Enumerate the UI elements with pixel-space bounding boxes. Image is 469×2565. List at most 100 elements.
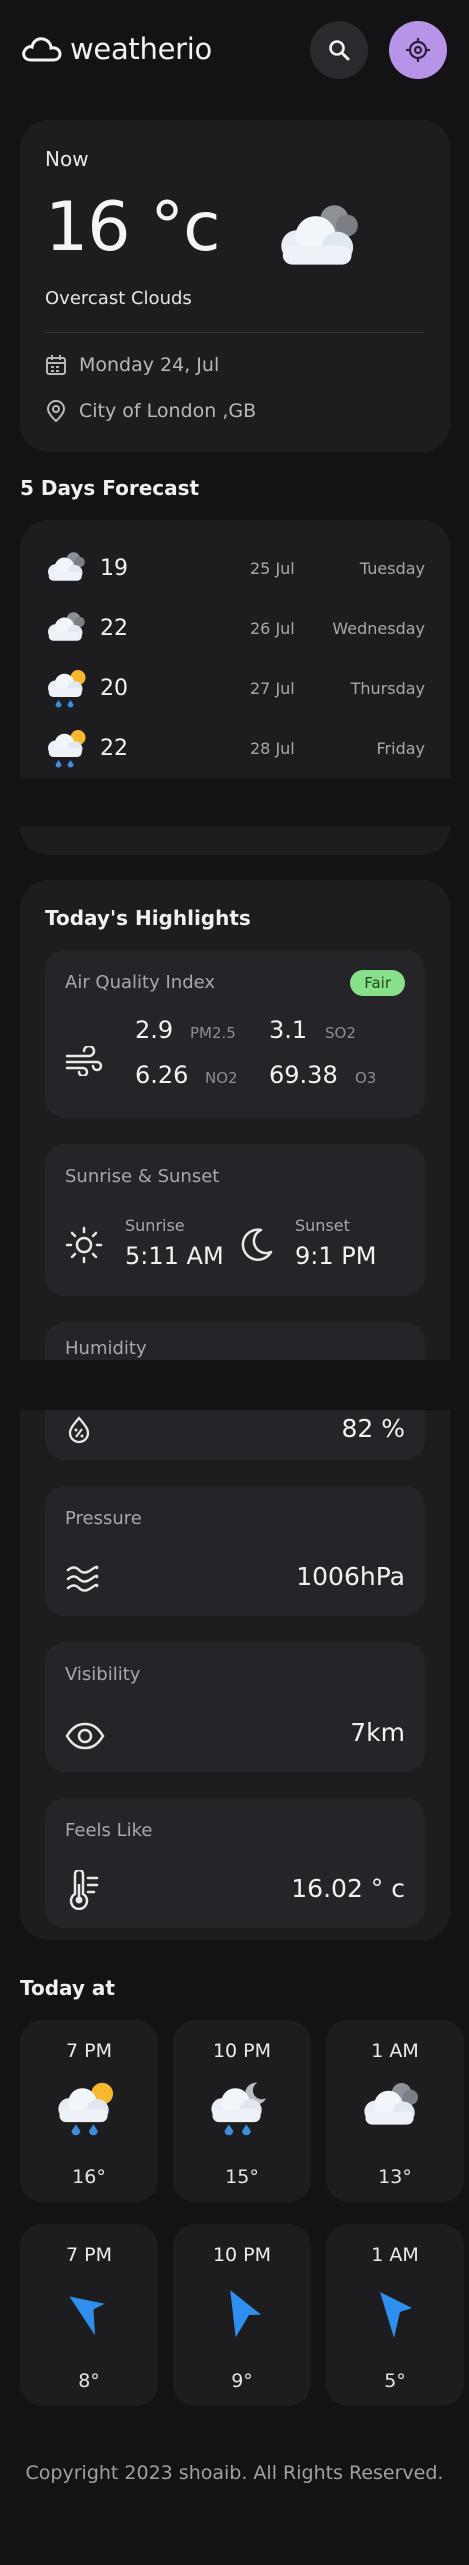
pressure-label: Pressure	[65, 1508, 142, 1529]
forecast-title: 5 Days Forecast	[20, 476, 200, 500]
wind-direction-icon	[230, 2290, 262, 2338]
hourly-wind-card: 10 PM 9°	[173, 2224, 311, 2406]
hourly-wind-card: 1 AM 5°	[326, 2224, 464, 2406]
sun-card: Sunrise & Sunset Sunrise 5:11 AM Sunset …	[45, 1144, 425, 1296]
forecast-row: 22 28 Jul Friday	[45, 728, 425, 768]
moon-icon	[241, 1228, 273, 1261]
hour-temp: 15°	[225, 2166, 259, 2188]
cloud-icon	[48, 612, 85, 641]
cloud-icon	[48, 552, 85, 581]
highlights-card: Today's Highlights Air Quality Index Fai…	[20, 880, 450, 1382]
current-location: City of London ,GB	[79, 400, 257, 422]
feels-like-card: Feels Like 16.02 ° c	[45, 1798, 425, 1928]
hour-time: 1 AM	[371, 2040, 419, 2062]
hourly-weather-card: 7 PM 16°	[20, 2020, 158, 2202]
highlights-card-lower: 82 % Pressure 1006hPa Visibility 7km Fee…	[20, 1410, 450, 1940]
visibility-card: Visibility 7km	[45, 1642, 425, 1772]
wind-direction-icon	[380, 2292, 412, 2338]
forecast-day: Thursday	[350, 678, 425, 698]
sun-rain-icon	[58, 2082, 114, 2136]
logo[interactable]: weatherio	[20, 32, 212, 66]
forecast-day: Wednesday	[332, 618, 425, 638]
forecast-temp: 20	[100, 675, 128, 701]
now-label: Now	[45, 147, 89, 171]
aqi-o3-value: 69.38	[269, 1061, 338, 1089]
forecast-row: 20 27 Jul Thursday	[45, 668, 425, 708]
crosshair-icon	[406, 38, 430, 62]
forecast-date: 25 Jul	[250, 558, 295, 578]
scroll-gap	[0, 1360, 469, 1410]
wind-direction-icon	[69, 2296, 105, 2336]
aqi-pm25-value: 2.9	[135, 1016, 174, 1044]
humidity-label: Humidity	[65, 1338, 147, 1359]
thermometer-icon	[69, 1870, 99, 1910]
pressure-value: 1006hPa	[296, 1562, 405, 1591]
eye-icon	[65, 1722, 105, 1750]
humidity-card: 82 %	[45, 1410, 425, 1460]
hour-temp: 16°	[72, 2166, 106, 2188]
feels-like-value: 16.02 ° c	[291, 1874, 405, 1903]
visibility-label: Visibility	[65, 1664, 141, 1685]
current-weather-card: Now 16 °c Overcast Clouds Monday 24, Jul…	[20, 120, 450, 452]
hour-temp: 8°	[78, 2370, 100, 2392]
forecast-date: 28 Jul	[250, 738, 295, 758]
current-date-row: Monday 24, Jul	[45, 354, 219, 376]
sun-icon	[65, 1226, 103, 1264]
aqi-so2-value: 3.1	[269, 1016, 308, 1044]
aqi-o3-label: O3	[355, 1069, 377, 1087]
current-date: Monday 24, Jul	[79, 354, 220, 376]
aqi-pm25-label: PM2.5	[190, 1024, 236, 1042]
sun-rain-icon	[48, 730, 86, 768]
forecast-temp: 19	[100, 555, 128, 581]
pressure-card: Pressure 1006hPa	[45, 1486, 425, 1616]
hourly-wind-card: 7 PM 8°	[20, 2224, 158, 2406]
forecast-temp: 22	[100, 735, 128, 761]
forecast-date: 26 Jul	[250, 618, 295, 638]
sun-rain-icon	[48, 670, 86, 708]
hour-temp: 9°	[231, 2370, 253, 2392]
cloud-icon	[364, 2083, 418, 2125]
aqi-label: Air Quality Index	[65, 972, 216, 993]
aqi-so2-label: SO2	[325, 1024, 356, 1042]
highlights-title: Today's Highlights	[45, 906, 251, 930]
feels-like-label: Feels Like	[65, 1820, 153, 1841]
calendar-icon	[46, 355, 66, 375]
visibility-value: 7km	[350, 1718, 405, 1747]
search-button[interactable]	[310, 21, 368, 79]
today-title: Today at	[20, 1976, 115, 2000]
sunrise-label: Sunrise	[125, 1216, 185, 1235]
hourly-weather-card: 1 AM 13°	[326, 2020, 464, 2202]
aqi-no2-label: NO2	[205, 1069, 238, 1087]
wind-icon	[65, 1046, 103, 1076]
hour-time: 10 PM	[212, 2244, 272, 2266]
forecast-card: 19 25 Jul Tuesday 22 26 Jul Wednesday 20…	[20, 520, 450, 778]
sunset-time: 9:1 PM	[295, 1242, 377, 1270]
cloud-logo-icon	[22, 37, 62, 62]
sun-label: Sunrise & Sunset	[65, 1166, 220, 1187]
copyright-footer: Copyright 2023 shoaib. All Rights Reserv…	[25, 2462, 444, 2484]
humidity-icon	[68, 1416, 90, 1444]
current-location-row: City of London ,GB	[45, 399, 256, 423]
current-location-button[interactable]	[389, 21, 447, 79]
moon-rain-icon	[211, 2082, 267, 2136]
forecast-day: Friday	[376, 738, 426, 758]
hour-time: 7 PM	[66, 2244, 112, 2266]
search-icon	[329, 40, 350, 61]
current-condition: Overcast Clouds	[45, 288, 192, 309]
hour-time: 10 PM	[212, 2040, 272, 2062]
divider	[45, 332, 424, 333]
forecast-row: 22 26 Jul Wednesday	[45, 608, 425, 648]
overcast-cloud-icon	[281, 205, 358, 265]
forecast-card-bottom	[20, 826, 450, 855]
aqi-card: Air Quality Index Fair 2.9 PM2.5 3.1 SO2…	[45, 950, 425, 1118]
forecast-temp: 22	[100, 615, 128, 641]
hour-time: 7 PM	[66, 2040, 112, 2062]
sunrise-time: 5:11 AM	[125, 1242, 224, 1270]
scroll-gap	[0, 778, 469, 826]
forecast-row: 19 25 Jul Tuesday	[45, 548, 425, 588]
current-temperature: 16 °c	[45, 188, 221, 267]
location-pin-icon	[46, 399, 66, 423]
hour-temp: 13°	[378, 2166, 412, 2188]
hour-time: 1 AM	[371, 2244, 419, 2266]
hourly-weather-card: 10 PM 15°	[173, 2020, 311, 2202]
